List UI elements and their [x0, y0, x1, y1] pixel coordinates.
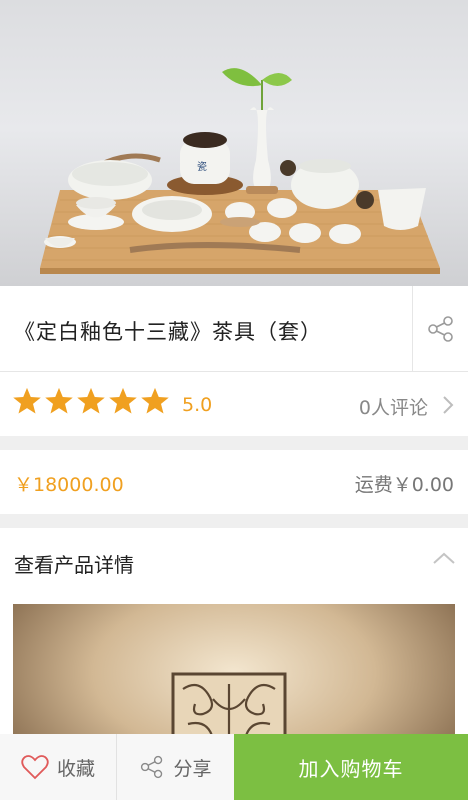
chevron-right-icon — [443, 396, 454, 414]
star-icon — [13, 387, 41, 414]
share-icon — [141, 755, 163, 779]
favorite-label: 收藏 — [56, 757, 95, 780]
product-details-toggle[interactable]: 查看产品详情 — [0, 528, 468, 594]
rating-row[interactable]: 5.0 0人评论 — [0, 372, 468, 436]
star-icon — [109, 387, 137, 414]
share-button[interactable]: 分享 — [117, 734, 234, 800]
star-rating — [12, 386, 170, 416]
product-details-title: 查看产品详情 — [14, 553, 134, 577]
favorite-button[interactable]: 收藏 — [0, 734, 117, 800]
product-price: ￥18000.00 — [14, 474, 124, 496]
product-image[interactable]: 瓷 — [0, 0, 468, 286]
star-icon — [141, 387, 169, 414]
heart-icon — [21, 755, 49, 780]
shipping-fee: 运费￥0.00 — [354, 474, 454, 496]
add-to-cart-label: 加入购物车 — [298, 756, 404, 781]
star-icon — [77, 387, 105, 414]
review-count[interactable]: 0人评论 — [359, 393, 428, 420]
chevron-up-icon — [433, 552, 455, 564]
rating-score: 5.0 — [182, 394, 213, 416]
share-label: 分享 — [173, 757, 212, 780]
tea-set-illustration: 瓷 — [40, 68, 440, 274]
bottom-action-bar: 收藏 分享 加入购物车 — [0, 734, 468, 800]
svg-text:瓷: 瓷 — [197, 160, 207, 173]
price-row: ￥18000.00 运费￥0.00 — [0, 450, 468, 514]
add-to-cart-button[interactable]: 加入购物车 — [234, 734, 468, 800]
share-button-top[interactable] — [412, 286, 468, 372]
product-title: 《定白釉色十三藏》茶具（套） — [14, 320, 322, 344]
product-title-row: 《定白釉色十三藏》茶具（套） — [0, 286, 468, 372]
star-icon — [45, 387, 73, 414]
share-icon — [427, 316, 453, 342]
